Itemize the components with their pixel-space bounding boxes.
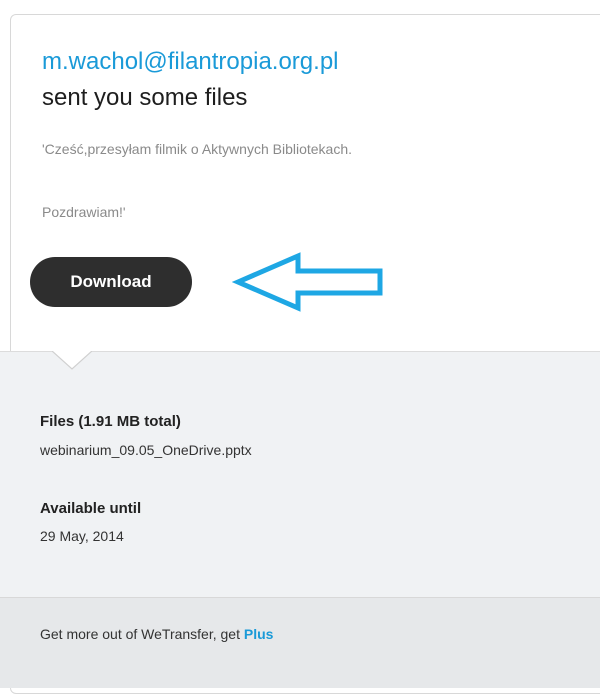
download-button[interactable]: Download xyxy=(30,257,192,307)
footer-promo-text: Get more out of WeTransfer, get xyxy=(40,626,240,642)
sender-email[interactable]: m.wachol@filantropia.org.pl xyxy=(42,48,339,76)
message-line-2: Pozdrawiam!' xyxy=(42,204,126,220)
files-label: Files (1.91 MB total) xyxy=(40,413,181,430)
headline: sent you some files xyxy=(42,84,248,111)
message-line-1: 'Cześć,przesyłam filmik o Aktywnych Bibl… xyxy=(42,141,352,157)
available-until-label: Available until xyxy=(40,500,142,517)
file-name: webinarium_09.05_OneDrive.pptx xyxy=(40,442,252,458)
footer-bar xyxy=(0,597,600,688)
available-date: 29 May, 2014 xyxy=(40,528,124,544)
panel-notch xyxy=(52,349,92,370)
details-panel xyxy=(0,351,600,598)
footer-text: Get more out of WeTransfer, get Plus xyxy=(40,626,273,642)
left-arrow-outline-icon xyxy=(232,252,383,312)
plus-link[interactable]: Plus xyxy=(244,626,274,642)
